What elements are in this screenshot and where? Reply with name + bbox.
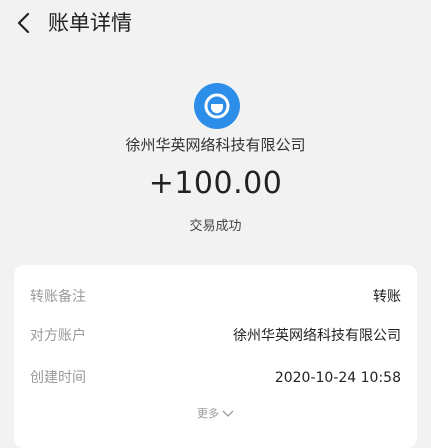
details-card: 转账备注 转账 对方账户 徐州华英网络科技有限公司 创建时间 2020-10-2… <box>14 265 417 448</box>
detail-value: 转账 <box>373 289 401 305</box>
detail-value: 徐州华英网络科技有限公司 <box>233 328 401 344</box>
merchant-name: 徐州华英网络科技有限公司 <box>125 136 306 154</box>
more-button[interactable]: 更多 <box>14 405 417 421</box>
transaction-status: 交易成功 <box>189 219 242 234</box>
page-title: 账单详情 <box>48 11 132 35</box>
app-header: 账单详情 <box>0 0 431 48</box>
chevron-left-icon[interactable] <box>12 10 38 36</box>
detail-row-counterparty: 对方账户 徐州华英网络科技有限公司 <box>30 324 401 348</box>
detail-label: 转账备注 <box>30 289 86 305</box>
detail-row-created-time: 创建时间 2020-10-24 10:58 <box>30 366 401 390</box>
detail-value: 2020-10-24 10:58 <box>274 370 401 386</box>
transaction-summary: 徐州华英网络科技有限公司 +100.00 交易成功 <box>0 60 431 250</box>
detail-label: 对方账户 <box>30 328 86 344</box>
detail-label: 创建时间 <box>30 370 86 386</box>
more-label: 更多 <box>197 407 219 420</box>
detail-row-remark: 转账备注 转账 <box>30 285 401 309</box>
chevron-down-icon <box>219 407 234 420</box>
transaction-amount: +100.00 <box>148 166 283 201</box>
person-icon <box>194 83 240 129</box>
